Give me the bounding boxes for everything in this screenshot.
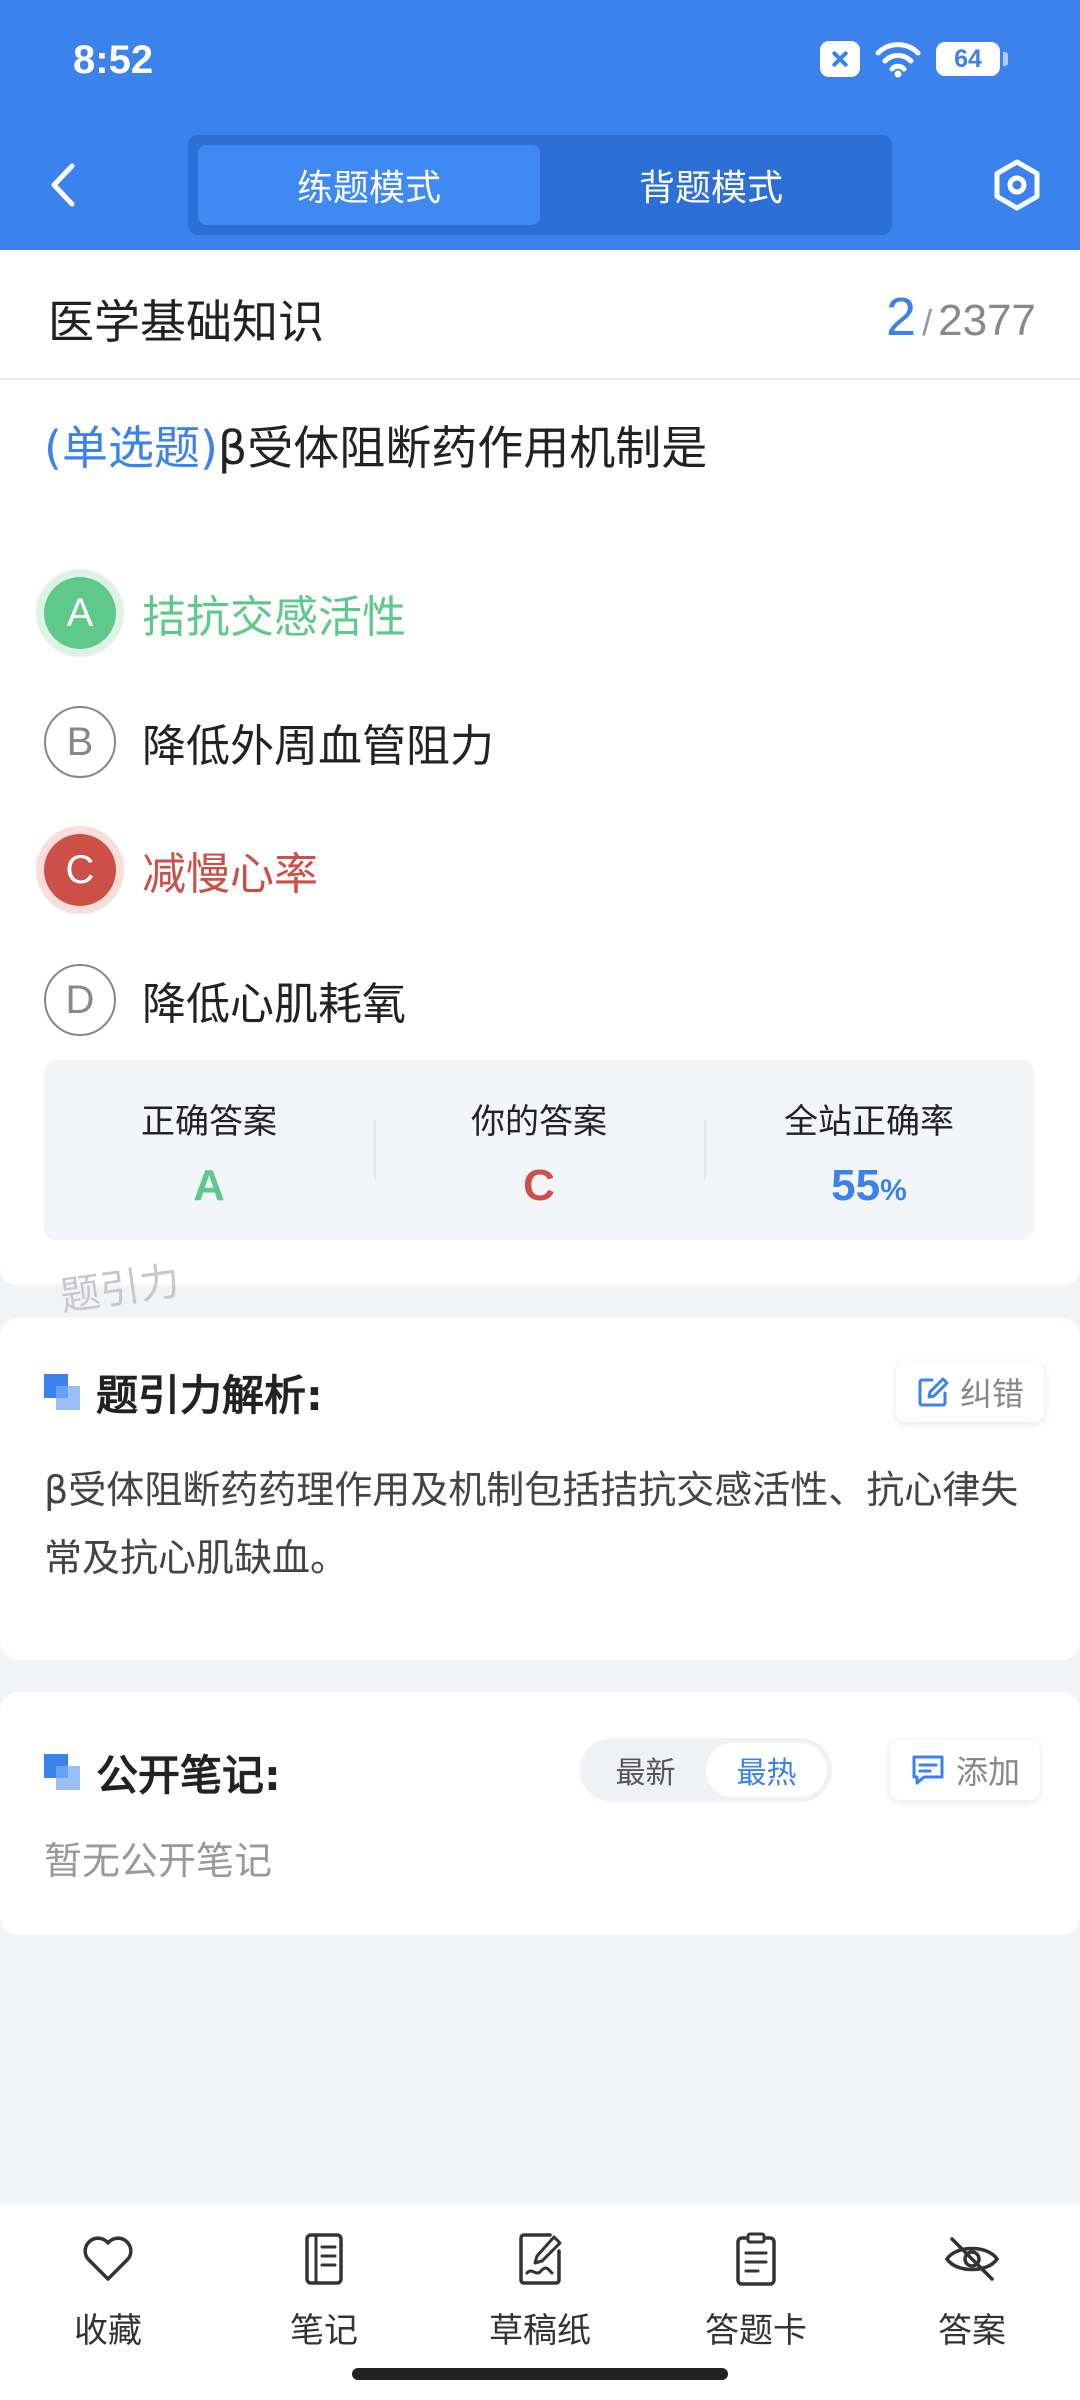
back-arrow-icon[interactable] [44,160,84,210]
option-d[interactable]: D 降低心肌耗氧 [44,963,406,1037]
stat-label: 正确答案 [141,1102,277,1142]
home-indicator[interactable] [352,2368,728,2380]
add-note-label: 添加 [956,1753,1021,1791]
nav-answer[interactable]: 答案 [864,2205,1080,2400]
comment-icon [912,1755,944,1785]
nav-favorite[interactable]: 收藏 [0,2205,216,2400]
status-bar: 8:52 64 [0,0,1080,125]
nav-label: 草稿纸 [489,2311,591,2351]
add-note-button[interactable]: 添加 [890,1740,1041,1800]
nav-label: 答案 [938,2311,1006,2351]
option-letter: B [44,706,116,778]
nav-label: 收藏 [74,2311,142,2351]
answer-stats: 正确答案 A 你的答案 C 全站正确率 55% [44,1060,1034,1240]
stat-correct-answer: 正确答案 A [44,1060,374,1240]
nav-label: 笔记 [290,2311,358,2351]
question-text: (单选题)β受体阻断药作用机制是 [44,412,707,478]
wifi-icon [874,40,922,78]
stat-label: 你的答案 [471,1102,607,1142]
stat-label: 全站正确率 [784,1102,954,1142]
status-time: 8:52 [73,38,154,82]
option-text: 降低外周血管阻力 [142,721,494,772]
question-stem: β受体阻断药作用机制是 [217,421,708,475]
question-type: (单选题) [44,421,218,475]
report-error-label: 纠错 [960,1375,1025,1413]
option-text: 降低心肌耗氧 [142,979,406,1030]
option-letter: C [44,834,116,906]
tab-practice-mode[interactable]: 练题模式 [198,145,540,225]
accuracy-unit: % [880,1174,907,1207]
stat-your-answer: 你的答案 C [374,1060,704,1240]
progress-separator: / [922,302,933,343]
current-question-number: 2 [886,287,917,347]
notes-sort-toggle: 最新 最热 [580,1738,832,1802]
sort-hottest-button[interactable]: 最热 [706,1743,827,1797]
empty-notes-text: 暂无公开笔记 [44,1839,273,1883]
section-squares-icon [44,1753,82,1792]
option-b[interactable]: B 降低外周血管阻力 [44,705,494,779]
stat-value: A [193,1161,225,1210]
notes-title: 公开笔记: [96,1751,281,1800]
option-text: 拮抗交感活性 [142,592,406,643]
app-header: 8:52 64 练题模式 背题模式 [0,0,1080,250]
option-c[interactable]: C 减慢心率 [44,833,318,907]
eye-off-icon [944,2237,1000,2281]
report-error-button[interactable]: 纠错 [896,1362,1045,1422]
question-card: 医学基础知识 2/2377 (单选题)β受体阻断药作用机制是 A 拮抗交感活性 … [0,250,1080,1285]
notebook-icon [305,2233,343,2285]
draft-icon [519,2233,562,2285]
analysis-card: 题引力解析: 纠错 β受体阻断药药理作用及机制包括拮抗交感活性、抗心律失常及抗心… [0,1318,1080,1660]
heart-icon [83,2236,133,2281]
option-a[interactable]: A 拮抗交感活性 [44,576,406,650]
analysis-title: 题引力解析: [96,1371,323,1420]
public-notes-card: 公开笔记: 最新 最热 添加 暂无公开笔记 [0,1692,1080,1935]
option-letter: A [44,577,116,649]
section-squares-icon [44,1373,82,1412]
question-progress: 2/2377 [886,286,1036,348]
notification-icon [820,41,860,77]
stat-value: C [523,1161,555,1210]
option-letter: D [44,964,116,1036]
nav-label: 答题卡 [705,2311,807,2351]
subject-row: 医学基础知识 2/2377 [0,250,1080,380]
analysis-header: 题引力解析: [44,1362,323,1423]
accuracy-number: 55 [831,1161,881,1210]
subject-title: 医学基础知识 [48,295,324,349]
sort-newest-button[interactable]: 最新 [585,1743,706,1797]
option-text: 减慢心率 [142,849,318,900]
mode-switch: 练题模式 背题模式 [188,135,892,235]
total-question-count: 2377 [938,296,1036,345]
stat-value: 55% [704,1161,1034,1211]
system-icons: 64 [820,40,1008,78]
answer-card-icon [736,2232,776,2286]
stat-site-accuracy: 全站正确率 55% [704,1060,1034,1240]
analysis-text: β受体阻断药药理作用及机制包括拮抗交感活性、抗心律失常及抗心肌缺血。 [44,1468,1019,1580]
notes-header: 公开笔记: [44,1742,281,1803]
tab-memorize-mode[interactable]: 背题模式 [540,145,882,225]
battery-icon: 64 [936,42,1008,76]
settings-hexagon-icon[interactable] [990,158,1044,212]
edit-icon [918,1377,949,1407]
